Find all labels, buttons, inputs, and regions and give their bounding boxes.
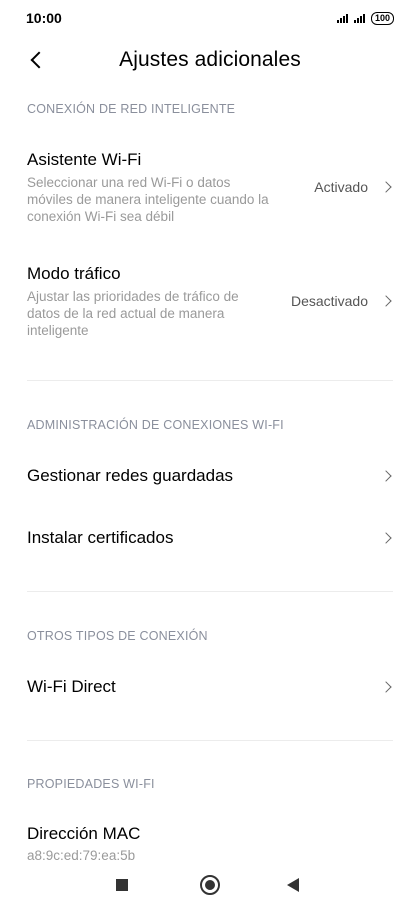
divider: [27, 380, 393, 381]
traffic-mode-description: Ajustar las prioridades de tráfico de da…: [27, 289, 239, 338]
section-title-smart-network: CONEXIÓN DE RED INTELIGENTE: [27, 102, 236, 116]
signal-1-icon: [336, 13, 348, 23]
divider: [27, 591, 393, 592]
chevron-right-icon: [380, 532, 392, 544]
battery-icon: 100: [370, 11, 394, 25]
wifi-assistant-title: Asistente Wi-Fi: [27, 150, 142, 169]
section-title-wifi-properties: PROPIEDADES WI-FI: [27, 777, 155, 791]
chevron-right-icon: [380, 181, 392, 193]
navigation-bar: [0, 860, 420, 910]
status-time: 10:00: [26, 10, 62, 26]
wifi-assistant-description: Seleccionar una red Wi-Fi o datos móvile…: [27, 175, 269, 224]
install-certificates-title: Instalar certificados: [27, 528, 174, 547]
square-icon[interactable]: [116, 879, 128, 891]
page-title: Ajustes adicionales: [119, 48, 301, 71]
signal-2-icon: [353, 13, 365, 23]
circle-icon[interactable]: [200, 875, 220, 895]
chevron-right-icon: [380, 470, 392, 482]
wifi-assistant-row[interactable]: Asistente Wi-Fi Seleccionar una red Wi-F…: [0, 140, 420, 240]
install-certificates-row[interactable]: Instalar certificados: [0, 512, 420, 564]
traffic-mode-title: Modo tráfico: [27, 264, 121, 283]
traffic-mode-value: Desactivado: [290, 293, 368, 309]
status-bar: 10:00 100: [0, 0, 420, 36]
section-title-other-connections: OTROS TIPOS DE CONEXIÓN: [27, 629, 208, 643]
divider: [27, 740, 393, 741]
chevron-right-icon: [380, 295, 392, 307]
wifi-assistant-value: Activado: [314, 179, 368, 195]
chevron-right-icon: [380, 681, 392, 693]
traffic-mode-row[interactable]: Modo tráfico Ajustar las prioridades de …: [0, 254, 420, 354]
section-title-wifi-management: ADMINISTRACIÓN DE CONEXIONES WI-FI: [27, 418, 284, 432]
triangle-back-icon[interactable]: [287, 878, 299, 892]
header: Ajustes adicionales: [0, 38, 420, 82]
screen: 10:00 100 Ajustes adicionales CONEXIÓN D…: [0, 0, 420, 910]
wifi-direct-row[interactable]: Wi-Fi Direct: [0, 661, 420, 713]
mac-address-row: Dirección MAC a8:9c:ed:79:ea:5b: [0, 812, 420, 862]
status-icons: 100: [336, 11, 394, 25]
wifi-direct-title: Wi-Fi Direct: [27, 677, 116, 696]
saved-networks-title: Gestionar redes guardadas: [27, 466, 234, 485]
mac-address-title: Dirección MAC: [27, 824, 141, 843]
saved-networks-row[interactable]: Gestionar redes guardadas: [0, 450, 420, 502]
